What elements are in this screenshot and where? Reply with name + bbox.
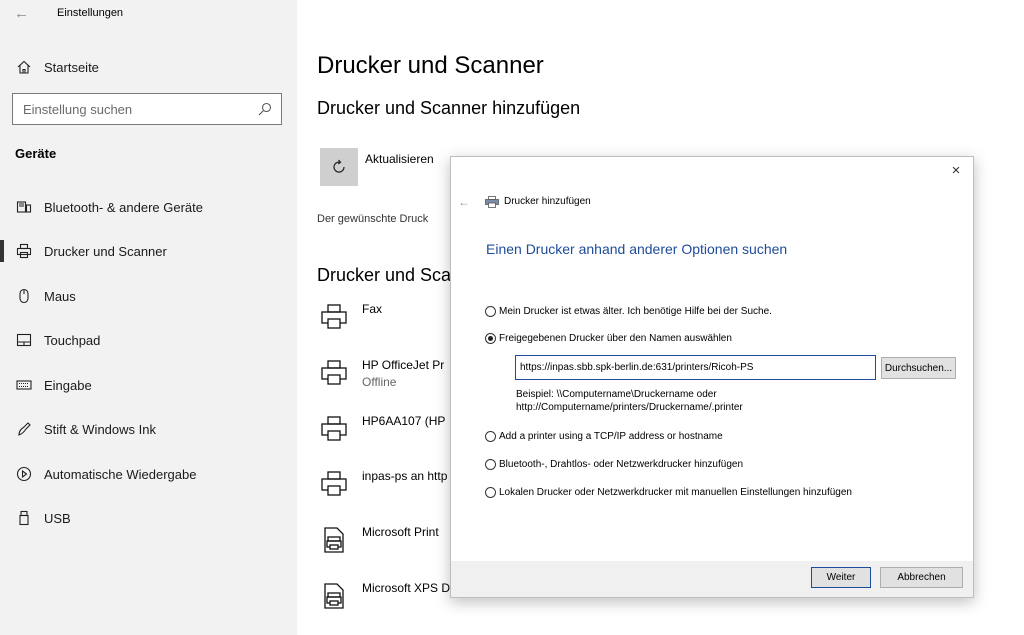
option-label: Bluetooth-, Drahtlos- oder Netzwerkdruck… bbox=[499, 459, 744, 470]
option-label: Lokalen Drucker oder Netzwerkdrucker mit… bbox=[499, 487, 852, 498]
sidebar-item-label: Bluetooth- & andere Geräte bbox=[44, 199, 203, 215]
section-heading-devices: Geräte bbox=[15, 146, 57, 161]
usb-icon bbox=[16, 510, 32, 526]
close-icon[interactable]: × bbox=[949, 163, 963, 178]
cancel-button[interactable]: Abbrechen bbox=[880, 567, 963, 588]
app-title: Einstellungen bbox=[57, 7, 124, 19]
printer-icon bbox=[321, 360, 347, 385]
example-hint: Beispiel: \\Computername\Druckername ode… bbox=[516, 388, 743, 414]
dialog-heading: Einen Drucker anhand anderer Optionen su… bbox=[486, 241, 788, 257]
example-line: Beispiel: \\Computername\Druckername ode… bbox=[516, 389, 717, 400]
next-button[interactable]: Weiter bbox=[811, 567, 871, 588]
settings-search-input[interactable] bbox=[13, 94, 253, 124]
home-icon bbox=[16, 59, 32, 75]
bluetooth-devices-icon bbox=[16, 199, 32, 215]
printer-name: inpas-ps an http bbox=[362, 469, 448, 483]
option-local-manual[interactable]: Lokalen Drucker oder Netzwerkdrucker mit… bbox=[485, 487, 852, 498]
printer-icon bbox=[321, 304, 347, 329]
touchpad-icon bbox=[16, 332, 32, 348]
page-title: Drucker und Scanner bbox=[317, 52, 544, 79]
sidebar-item-printers[interactable]: Drucker und Scanner bbox=[0, 236, 297, 266]
refresh-icon bbox=[333, 159, 345, 173]
pen-icon bbox=[16, 421, 32, 437]
sidebar-item-autoplay[interactable]: Automatische Wiedergabe bbox=[0, 459, 297, 489]
option-tcpip[interactable]: Add a printer using a TCP/IP address or … bbox=[485, 431, 723, 442]
sidebar-item-pen[interactable]: Stift & Windows Ink bbox=[0, 414, 297, 444]
settings-sidebar: ← Einstellungen Startseite Geräte Blueto… bbox=[0, 0, 297, 635]
option-wireless-network[interactable]: Bluetooth-, Drahtlos- oder Netzwerkdruck… bbox=[485, 459, 743, 470]
add-printer-dialog: × ← Drucker hinzufügen Einen Drucker anh… bbox=[450, 156, 974, 598]
add-printers-title: Drucker und Scanner hinzufügen bbox=[317, 98, 581, 118]
printer-icon bbox=[321, 471, 347, 496]
title-bar: ← Einstellungen bbox=[0, 0, 297, 28]
sidebar-item-input[interactable]: Eingabe bbox=[0, 370, 297, 400]
document-printer-icon bbox=[324, 527, 344, 553]
printer-name: Microsoft XPS D bbox=[362, 581, 451, 595]
printer-icon bbox=[16, 243, 32, 259]
printer-name: HP6AA107 (HP bbox=[362, 414, 446, 428]
browse-button[interactable]: Durchsuchen... bbox=[881, 357, 956, 379]
option-label: Mein Drucker ist etwas älter. Ich benöti… bbox=[499, 306, 772, 317]
sidebar-item-label: USB bbox=[44, 510, 71, 526]
printer-list-title: Drucker und Sca bbox=[317, 265, 452, 285]
back-arrow-icon[interactable]: ← bbox=[458, 195, 470, 209]
sidebar-item-label: Eingabe bbox=[44, 377, 92, 393]
refresh-button[interactable] bbox=[320, 148, 358, 186]
keyboard-icon bbox=[16, 377, 32, 393]
back-arrow-icon[interactable]: ← bbox=[14, 5, 29, 22]
refresh-label[interactable]: Aktualisieren bbox=[365, 152, 434, 166]
sidebar-item-bluetooth[interactable]: Bluetooth- & andere Geräte bbox=[0, 192, 297, 222]
printer-icon bbox=[321, 416, 347, 441]
printer-name: Microsoft Print bbox=[362, 525, 439, 539]
settings-search-box[interactable] bbox=[12, 93, 282, 125]
printer-url-input[interactable] bbox=[515, 355, 876, 380]
radio-button-selected[interactable] bbox=[485, 333, 496, 344]
nav-home[interactable]: Startseite bbox=[0, 54, 297, 80]
mouse-icon bbox=[16, 288, 32, 304]
document-printer-icon bbox=[324, 583, 344, 609]
option-label: Add a printer using a TCP/IP address or … bbox=[499, 431, 723, 442]
radio-button[interactable] bbox=[485, 431, 496, 442]
sidebar-item-label: Maus bbox=[44, 288, 76, 304]
radio-button[interactable] bbox=[485, 306, 496, 317]
printer-name: Fax bbox=[362, 302, 383, 316]
printer-icon bbox=[485, 196, 499, 208]
radio-button[interactable] bbox=[485, 487, 496, 498]
autoplay-icon bbox=[16, 466, 32, 482]
sidebar-item-label: Automatische Wiedergabe bbox=[44, 466, 197, 482]
nav-home-label: Startseite bbox=[44, 59, 99, 75]
option-label: Freigegebenen Drucker über den Namen aus… bbox=[499, 333, 732, 344]
radio-button[interactable] bbox=[485, 459, 496, 470]
dialog-title: Drucker hinzufügen bbox=[504, 196, 591, 207]
search-icon[interactable] bbox=[257, 101, 273, 117]
sidebar-item-label: Drucker und Scanner bbox=[44, 243, 167, 259]
printer-status: Offline bbox=[362, 375, 397, 389]
option-shared-printer-by-name[interactable]: Freigegebenen Drucker über den Namen aus… bbox=[485, 333, 732, 344]
sidebar-item-mouse[interactable]: Maus bbox=[0, 281, 297, 311]
sidebar-item-usb[interactable]: USB bbox=[0, 503, 297, 533]
sidebar-item-touchpad[interactable]: Touchpad bbox=[0, 325, 297, 355]
example-line: http://Computername/printers/Druckername… bbox=[516, 402, 743, 413]
sidebar-item-label: Stift & Windows Ink bbox=[44, 421, 156, 437]
sidebar-item-label: Touchpad bbox=[44, 332, 101, 348]
printer-not-listed-text: Der gewünschte Druck bbox=[317, 213, 429, 225]
printer-name: HP OfficeJet Pr bbox=[362, 358, 445, 372]
option-older-printer[interactable]: Mein Drucker ist etwas älter. Ich benöti… bbox=[485, 306, 772, 317]
